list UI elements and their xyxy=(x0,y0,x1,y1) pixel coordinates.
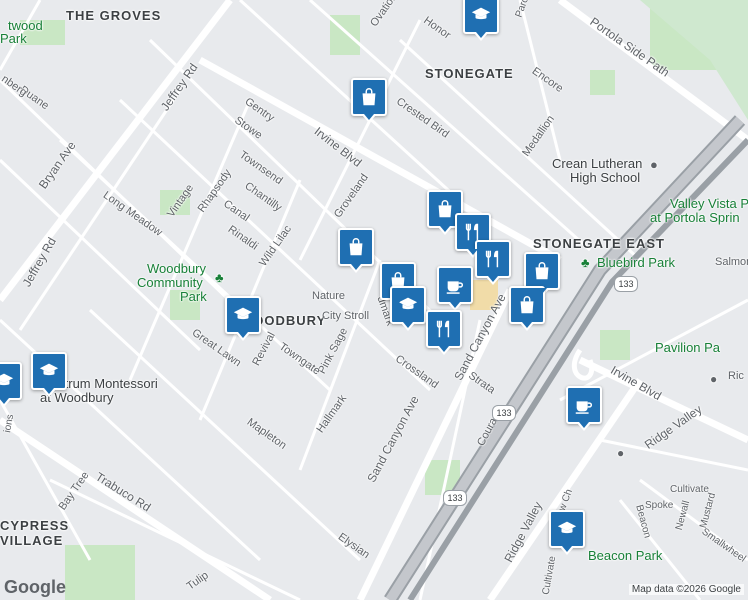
street-label-cultivate: Cultivate xyxy=(670,484,709,495)
street-label-nature: Nature xyxy=(312,290,346,302)
poi-pin-restaurant[interactable] xyxy=(426,310,462,355)
area-label-the-groves: THE GROVES xyxy=(66,8,162,23)
poi-pin-school[interactable] xyxy=(225,296,261,341)
poi-pin-coffee[interactable] xyxy=(437,266,473,311)
park-label-valley-vista-1: Valley Vista Pa xyxy=(670,196,748,211)
poi-pin-coffee[interactable] xyxy=(566,386,602,431)
school-icon xyxy=(38,360,60,382)
poi-pin-school[interactable] xyxy=(31,352,67,397)
school-icon xyxy=(470,4,492,26)
restaurant-icon xyxy=(482,248,504,270)
shopping-bag-icon xyxy=(434,198,456,220)
park-label-pavilion: Pavilion Pa xyxy=(655,340,721,355)
park-label-woodbury-3: Park xyxy=(180,289,207,304)
shopping-bag-icon xyxy=(358,86,380,108)
park-label-woodbury-1: Woodbury xyxy=(147,261,207,276)
park-label-westwood-2: Park xyxy=(0,31,27,46)
park-label-valley-vista-2: at Portola Sprin xyxy=(650,210,740,225)
map-canvas[interactable]: THE GROVES STONEGATE STONEGATE EAST WOOD… xyxy=(0,0,748,600)
tree-icon: ♣ xyxy=(581,255,590,270)
school-label-crean-1: Crean Lutheran xyxy=(552,156,643,171)
shopping-bag-icon xyxy=(531,260,553,282)
restaurant-icon xyxy=(433,318,455,340)
map-dot-icon: ● xyxy=(710,372,718,386)
park-label-bluebird: Bluebird Park xyxy=(597,255,676,270)
poi-pin-restaurant[interactable] xyxy=(475,240,511,285)
street-label-ric: Ric xyxy=(728,370,744,382)
poi-pin-school[interactable] xyxy=(390,286,426,331)
route-shield-133: 133 xyxy=(614,276,638,292)
poi-pin-school[interactable] xyxy=(549,510,585,555)
map-dot-icon: ● xyxy=(617,446,625,460)
park-label-beacon: Beacon Park xyxy=(588,548,663,563)
street-label-spoke: Spoke xyxy=(645,500,674,511)
poi-pin-school[interactable] xyxy=(0,362,22,407)
area-label-cypress: CYPRESS xyxy=(0,518,70,533)
map-credit[interactable]: Map data ©2026 Google xyxy=(628,584,744,595)
school-label-crean-2: High School xyxy=(570,170,641,185)
poi-pin-shopping[interactable] xyxy=(524,252,560,297)
coffee-icon xyxy=(444,274,466,296)
tree-icon: ♣ xyxy=(215,270,224,285)
poi-pin-school[interactable] xyxy=(463,0,499,41)
school-icon: ● xyxy=(650,157,658,172)
poi-pin-shopping[interactable] xyxy=(338,228,374,273)
route-shield-133: 133 xyxy=(443,490,467,506)
poi-pin-shopping[interactable] xyxy=(351,78,387,123)
school-icon xyxy=(556,518,578,540)
shopping-bag-icon xyxy=(345,236,367,258)
street-label-city-stroll: City Stroll xyxy=(322,310,370,322)
area-label-village: VILLAGE xyxy=(0,533,64,548)
school-icon xyxy=(0,370,15,392)
street-label-salmon: Salmon xyxy=(715,256,748,268)
school-icon xyxy=(232,304,254,326)
coffee-icon xyxy=(573,394,595,416)
area-label-stonegate: STONEGATE xyxy=(425,66,514,81)
shopping-bag-icon xyxy=(516,294,538,316)
area-label-stonegate-east: STONEGATE EAST xyxy=(533,236,665,251)
park-label-woodbury-2: Community xyxy=(137,275,203,290)
route-shield-133: 133 xyxy=(492,405,516,421)
google-logo: Google xyxy=(4,577,66,597)
